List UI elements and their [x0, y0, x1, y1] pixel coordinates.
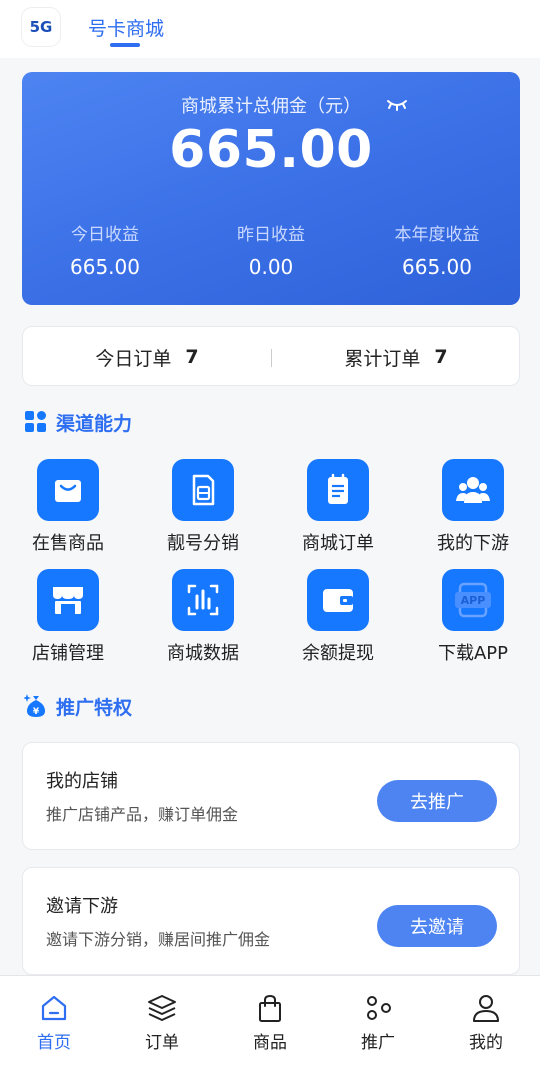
active-tab-indicator: [110, 43, 140, 47]
grid-label-distribution: 靓号分销: [167, 533, 239, 554]
user-icon: [473, 995, 499, 1022]
app-download-icon-wrap: APP: [442, 569, 504, 631]
channel-title-text: 渠道能力: [56, 412, 133, 435]
team-icon: [456, 477, 490, 503]
promote-button[interactable]: 去推广: [377, 780, 497, 822]
grid-label-store: 店铺管理: [32, 643, 104, 664]
shopping-bag-icon-wrap: [37, 459, 99, 521]
grid-label-mall-orders: 商城订单: [302, 533, 374, 554]
promo-invite-title: 邀请下游: [46, 896, 118, 917]
logo-5g-text: 5G: [29, 17, 53, 36]
bottom-navigation: 首页 订单 商品 推广 我的: [0, 975, 540, 1065]
today-orders-count: 7: [185, 346, 199, 368]
team-icon-wrap: [442, 459, 504, 521]
total-commission-label: 商城累计总佣金（元）: [181, 96, 361, 117]
share-dots-icon: [367, 996, 391, 1020]
nav-orders[interactable]: 订单: [108, 992, 216, 1053]
today-orders[interactable]: 今日订单 7: [23, 327, 271, 387]
promo-invite-desc: 邀请下游分销，赚居间推广佣金: [46, 930, 271, 949]
invite-button[interactable]: 去邀请: [377, 905, 497, 947]
total-orders-count: 7: [434, 346, 448, 368]
stat-today-value: 665.00: [70, 255, 140, 279]
stat-yesterday-value: 0.00: [248, 255, 294, 279]
layers-icon: [148, 995, 176, 1021]
today-orders-label: 今日订单: [95, 347, 172, 370]
app-header: 5G 号卡商城: [0, 0, 540, 58]
total-orders-label: 累计订单: [344, 347, 421, 370]
data-chart-icon: [187, 584, 219, 616]
nav-home[interactable]: 首页: [0, 992, 108, 1053]
total-orders[interactable]: 累计订单 7: [272, 327, 520, 387]
stat-yesterday: 昨日收益 0.00: [188, 220, 354, 279]
nav-mine[interactable]: 我的: [432, 992, 540, 1053]
promotion-section-title: ¥ 推广特权: [24, 692, 132, 720]
nav-products-label: 商品: [253, 1033, 287, 1053]
stat-year: 本年度收益 665.00: [354, 220, 520, 279]
promotion-title-text: 推广特权: [56, 696, 133, 719]
home-icon: [41, 995, 67, 1021]
promo-my-store-desc: 推广店铺产品，赚订单佣金: [46, 805, 239, 824]
tab-card-mall[interactable]: 号卡商城: [88, 14, 164, 41]
stat-year-value: 665.00: [402, 255, 472, 279]
app-logo: 5G: [22, 8, 60, 46]
grid-store-management[interactable]: 店铺管理: [8, 569, 128, 665]
stat-today: 今日收益 665.00: [22, 220, 188, 279]
grid-mall-orders[interactable]: 商城订单: [278, 459, 398, 555]
eye-closed-icon[interactable]: [386, 96, 408, 112]
sim-card-icon-wrap: [172, 459, 234, 521]
grid-label-download: 下载APP: [437, 643, 509, 664]
total-commission-amount: 665.00: [169, 120, 373, 180]
promo-card-my-store: 我的店铺 推广店铺产品，赚订单佣金 去推广: [22, 742, 520, 850]
grid-apps-icon: [25, 411, 46, 432]
grid-label-data: 商城数据: [167, 643, 239, 664]
sim-card-icon: [192, 474, 215, 506]
grid-label-on-sale: 在售商品: [32, 533, 104, 554]
nav-orders-label: 订单: [145, 1033, 179, 1053]
order-list-icon-wrap: [307, 459, 369, 521]
commission-summary-card: 商城累计总佣金（元） 665.00 今日收益 665.00 昨日收益 0.00 …: [22, 72, 520, 305]
grid-number-distribution[interactable]: 靓号分销: [143, 459, 263, 555]
money-bag-icon: ¥: [24, 694, 45, 717]
nav-promote-label: 推广: [361, 1033, 395, 1053]
nav-home-label: 首页: [37, 1033, 71, 1053]
grid-mall-data[interactable]: 商城数据: [143, 569, 263, 665]
promo-my-store-title: 我的店铺: [46, 771, 118, 792]
nav-products[interactable]: 商品: [216, 992, 324, 1053]
stat-today-label: 今日收益: [71, 225, 139, 245]
shopping-bag-icon: [55, 480, 81, 502]
svg-text:¥: ¥: [33, 707, 40, 717]
wallet-icon-wrap: [307, 569, 369, 631]
nav-promote[interactable]: 推广: [324, 992, 432, 1053]
stat-year-label: 本年度收益: [394, 225, 480, 245]
grid-my-downstream[interactable]: 我的下游: [413, 459, 533, 555]
wallet-icon: [323, 589, 353, 612]
orders-summary-card: 今日订单 7 累计订单 7: [22, 326, 520, 386]
svg-text:APP: APP: [461, 594, 486, 607]
grid-download-app[interactable]: APP 下载APP: [413, 569, 533, 665]
grid-label-withdraw: 余额提现: [302, 643, 374, 664]
channel-section-title: 渠道能力: [24, 408, 132, 436]
order-list-icon: [328, 473, 348, 504]
promo-card-invite: 邀请下游 邀请下游分销，赚居间推广佣金 去邀请: [22, 867, 520, 975]
data-chart-icon-wrap: [172, 569, 234, 631]
app-download-icon: APP: [455, 582, 491, 618]
store-icon: [53, 587, 83, 614]
stat-yesterday-label: 昨日收益: [237, 225, 305, 245]
store-icon-wrap: [37, 569, 99, 631]
bag-icon: [259, 994, 281, 1022]
grid-on-sale-products[interactable]: 在售商品: [8, 459, 128, 555]
grid-balance-withdraw[interactable]: 余额提现: [278, 569, 398, 665]
nav-mine-label: 我的: [469, 1033, 503, 1053]
grid-label-downstream: 我的下游: [437, 533, 509, 554]
